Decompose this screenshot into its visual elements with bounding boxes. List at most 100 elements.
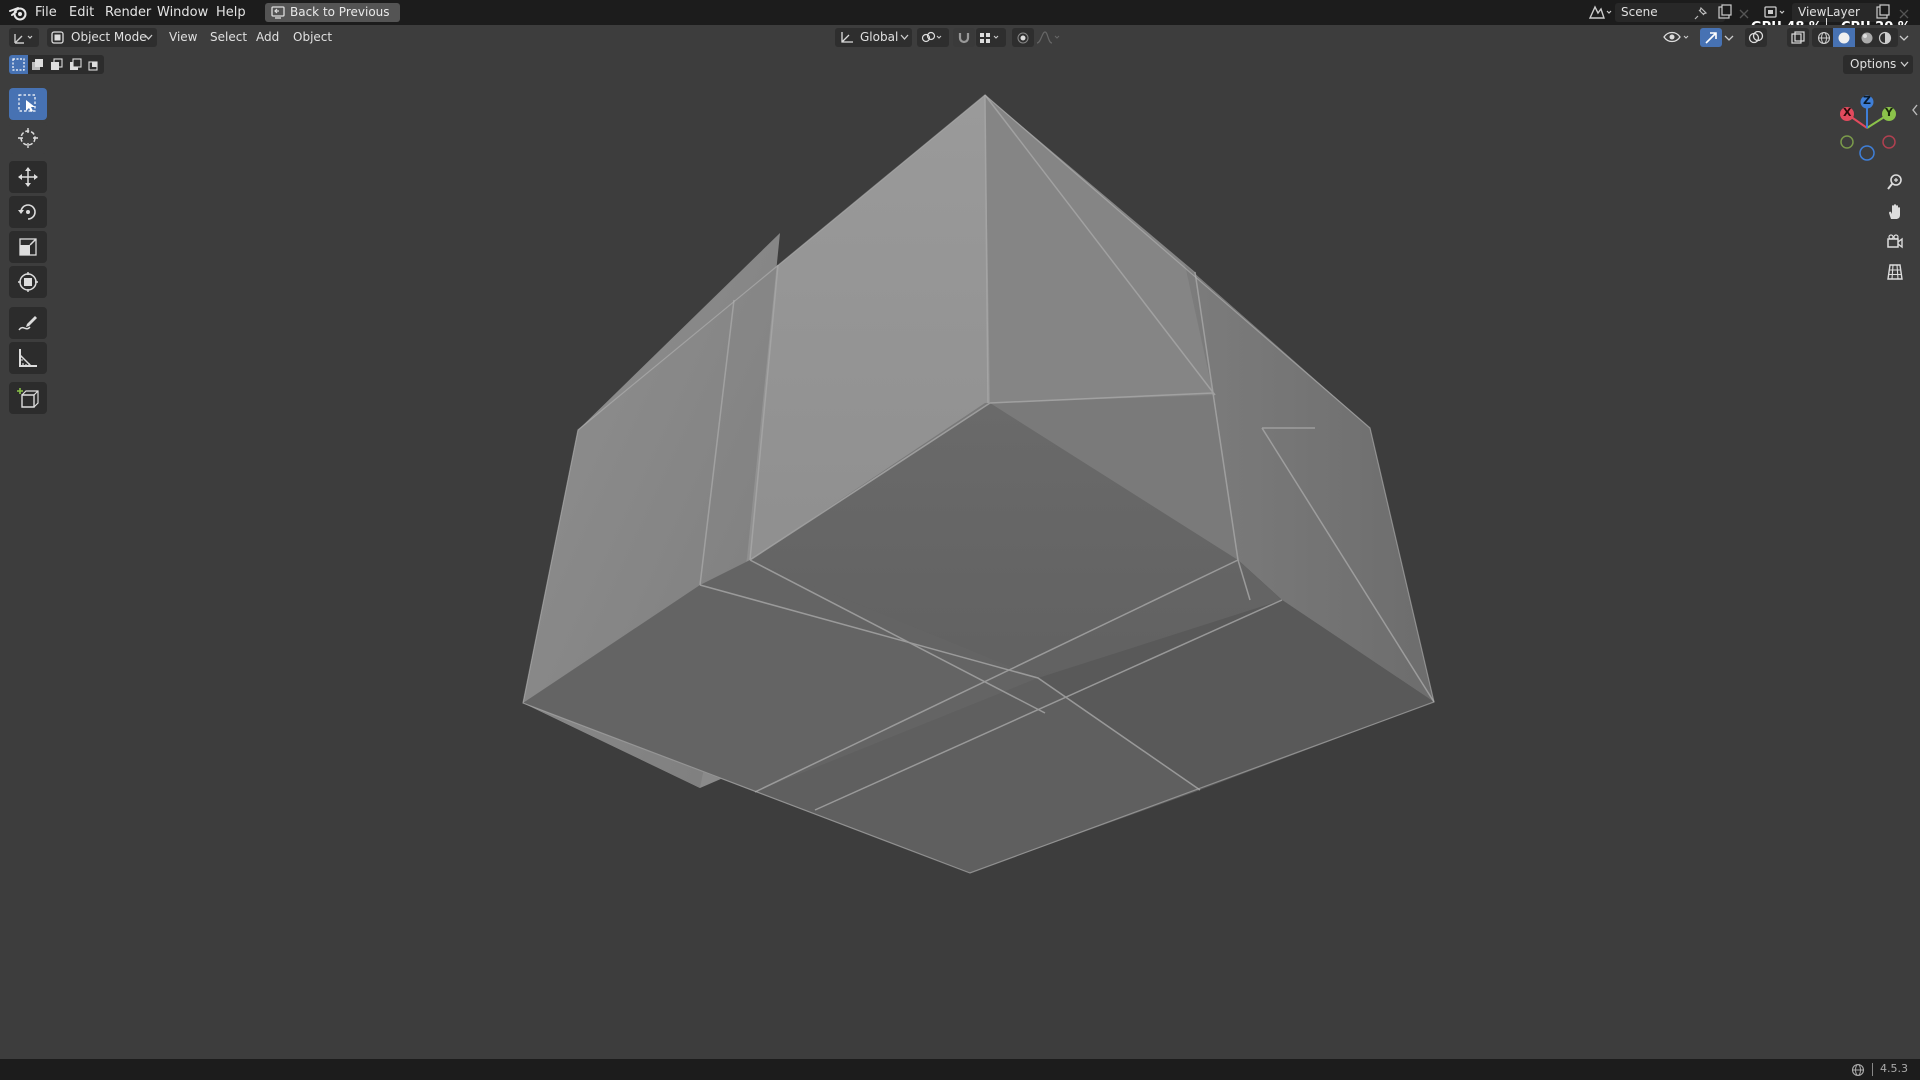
shading-dropdown[interactable] [1897, 28, 1911, 47]
scene-name: Scene [1621, 5, 1658, 19]
snap-increment-icon [980, 33, 999, 43]
scene-type-icon[interactable] [1587, 4, 1613, 21]
proportional-editing-icon [1017, 32, 1029, 44]
zoom-button[interactable] [1880, 169, 1910, 195]
material-shading-icon[interactable] [1860, 31, 1874, 45]
hand-icon [1889, 204, 1900, 219]
chevron-down-icon [144, 34, 153, 40]
overlays-icon [1748, 31, 1764, 44]
xray-icon [1791, 31, 1805, 44]
gizmo-neg-z [1859, 145, 1875, 161]
solid-shading-button[interactable] [1833, 28, 1855, 47]
pivot-icon [921, 31, 942, 43]
delete-scene-icon[interactable] [1738, 5, 1750, 19]
tool-cursor[interactable] [9, 122, 47, 154]
gizmo-toggle[interactable] [1700, 28, 1722, 47]
tool-annotate[interactable] [9, 307, 47, 339]
mode-label: Object Mode [71, 30, 147, 44]
chevron-down-icon [1724, 35, 1734, 41]
viewport-header: Object Mode View Select Add Object Globa… [0, 25, 1920, 50]
menu-view[interactable]: View [169, 30, 197, 45]
global-axes-icon [841, 32, 853, 43]
falloff-curve-icon [1036, 31, 1060, 44]
add-cube-icon [17, 388, 39, 408]
sidebar-toggle[interactable] [1910, 102, 1920, 116]
snap-target-selector[interactable] [976, 28, 1006, 47]
overlays-toggle[interactable] [1745, 28, 1767, 47]
zoom-magnifier-icon [1887, 174, 1902, 190]
mode-selector[interactable]: Object Mode [47, 28, 157, 47]
transform-orientation-label: Global [860, 30, 899, 44]
tool-transform[interactable] [9, 266, 47, 298]
select-box-icon [18, 94, 36, 112]
status-divider [1872, 1063, 1873, 1076]
pin-icon[interactable] [1694, 5, 1708, 20]
top-menu-bar: File Edit Render Window Help Back to Pre… [0, 0, 1920, 25]
back-to-previous-button[interactable]: Back to Previous [265, 3, 400, 22]
cursor-icon [18, 128, 38, 148]
menu-select[interactable]: Select [210, 30, 247, 45]
magnet-icon [958, 33, 970, 44]
tool-scale[interactable] [9, 231, 47, 263]
eye-icon [1663, 31, 1689, 43]
scale-icon [19, 238, 37, 256]
annotate-pencil-icon [18, 316, 37, 331]
gizmo-icon [1705, 32, 1717, 44]
pivot-point-selector[interactable] [917, 28, 949, 47]
gizmo-z-label: Z [1863, 94, 1871, 107]
proportional-editing-toggle[interactable] [1012, 28, 1034, 47]
menu-add[interactable]: Add [256, 30, 279, 45]
version-label: 4.5.3 [1880, 1062, 1908, 1075]
gizmo-x-label: X [1843, 106, 1852, 119]
falloff-selector[interactable] [1035, 28, 1063, 47]
transform-icon [18, 272, 38, 292]
gizmo-y-label: Y [1885, 106, 1893, 119]
camera-view-button[interactable] [1880, 229, 1910, 255]
blender-logo-icon[interactable] [9, 4, 27, 21]
snap-toggle[interactable] [953, 28, 975, 47]
object-mode-icon [51, 31, 64, 44]
scene-name-field[interactable]: Scene [1615, 3, 1725, 22]
menu-help[interactable]: Help [216, 5, 246, 20]
xray-toggle[interactable] [1787, 28, 1809, 47]
chevron-left-icon [1912, 104, 1918, 116]
menu-window[interactable]: Window [157, 5, 208, 20]
tool-measure[interactable] [9, 342, 47, 374]
cube-mesh[interactable] [522, 94, 1435, 874]
rotate-icon [18, 204, 36, 220]
tool-move[interactable] [9, 161, 47, 193]
menu-edit[interactable]: Edit [69, 5, 94, 20]
chevron-down-icon [900, 34, 909, 40]
view-layer-icon[interactable] [1763, 4, 1789, 21]
delete-view-layer-icon[interactable] [1898, 5, 1910, 19]
gizmo-dropdown[interactable] [1722, 28, 1736, 47]
status-bar: 4.5.3 [0, 1059, 1920, 1080]
wireframe-shading-icon[interactable] [1817, 31, 1831, 45]
tool-rotate[interactable] [9, 196, 47, 228]
navigation-gizmo[interactable]: X Y Z [1830, 90, 1905, 162]
menu-render[interactable]: Render [105, 5, 151, 20]
visibility-selector[interactable] [1662, 28, 1692, 47]
viewport-canvas[interactable] [0, 50, 1920, 1059]
move-icon [18, 167, 38, 187]
editor-type-selector[interactable] [9, 28, 39, 47]
tool-add-cube[interactable] [9, 382, 47, 414]
shading-mode-group [1812, 28, 1898, 47]
globe-icon [1851, 1063, 1865, 1077]
solid-shading-icon [1838, 32, 1850, 44]
new-view-layer-icon[interactable] [1875, 4, 1891, 20]
menu-file[interactable]: File [35, 5, 57, 20]
camera-icon [1887, 234, 1903, 249]
menu-object[interactable]: Object [293, 30, 332, 45]
perspective-toggle-button[interactable] [1880, 259, 1910, 285]
tool-select-box[interactable] [9, 88, 47, 120]
new-scene-icon[interactable] [1717, 4, 1733, 20]
measure-ruler-icon [19, 349, 37, 367]
transform-orientation-selector[interactable]: Global [835, 28, 912, 47]
pan-button[interactable] [1880, 199, 1910, 225]
gizmo-neg-y [1840, 135, 1854, 149]
chevron-down-icon [1899, 35, 1909, 41]
gizmo-neg-x [1882, 135, 1896, 149]
back-to-previous-label: Back to Previous [290, 5, 390, 19]
rendered-shading-icon[interactable] [1878, 31, 1892, 45]
